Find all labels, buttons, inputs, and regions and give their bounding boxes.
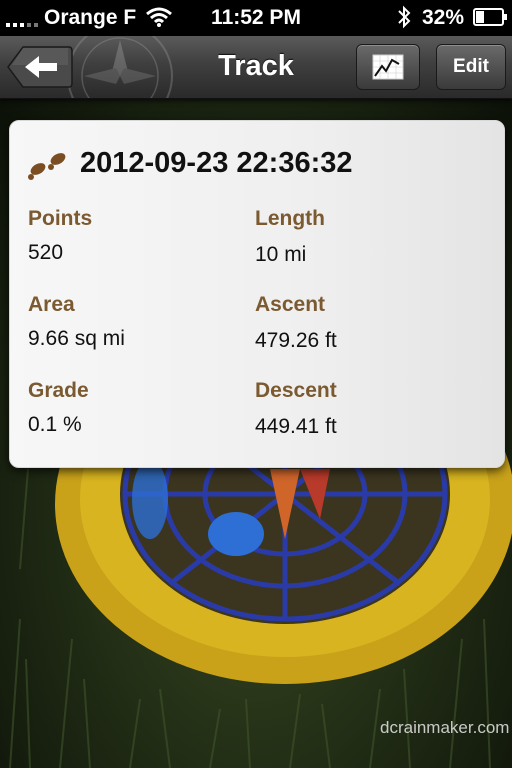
descent-label: Descent xyxy=(255,379,337,402)
watermark: dcrainmaker.com xyxy=(380,718,510,737)
length-value: 10 mi xyxy=(255,243,307,266)
descent-value: 449.41 ft xyxy=(255,415,337,438)
navigation-bar: Track Edit xyxy=(0,36,512,99)
chart-button[interactable] xyxy=(356,44,420,90)
points-label: Points xyxy=(28,207,93,230)
area-label: Area xyxy=(28,293,75,316)
track-title: 2012-09-23 22:36:32 xyxy=(80,147,353,179)
length-label: Length xyxy=(255,207,325,230)
grade-label: Grade xyxy=(28,379,89,402)
bluetooth-icon xyxy=(398,5,411,29)
area-value: 9.66 sq mi xyxy=(28,327,125,350)
battery-icon xyxy=(473,8,507,26)
edit-button[interactable]: Edit xyxy=(436,44,506,90)
ascent-label: Ascent xyxy=(255,293,326,316)
battery-percent: 32% xyxy=(422,6,465,29)
points-value: 520 xyxy=(28,241,64,264)
track-info-card: 2012-09-23 22:36:32 Points 520 Length 10… xyxy=(9,120,505,468)
status-bar: Orange F 11:52 PM 32% xyxy=(0,0,512,36)
ascent-value: 479.26 ft xyxy=(255,329,337,352)
footprints-icon xyxy=(28,153,66,180)
chart-icon xyxy=(372,54,404,80)
grade-value: 0.1 % xyxy=(28,413,82,436)
